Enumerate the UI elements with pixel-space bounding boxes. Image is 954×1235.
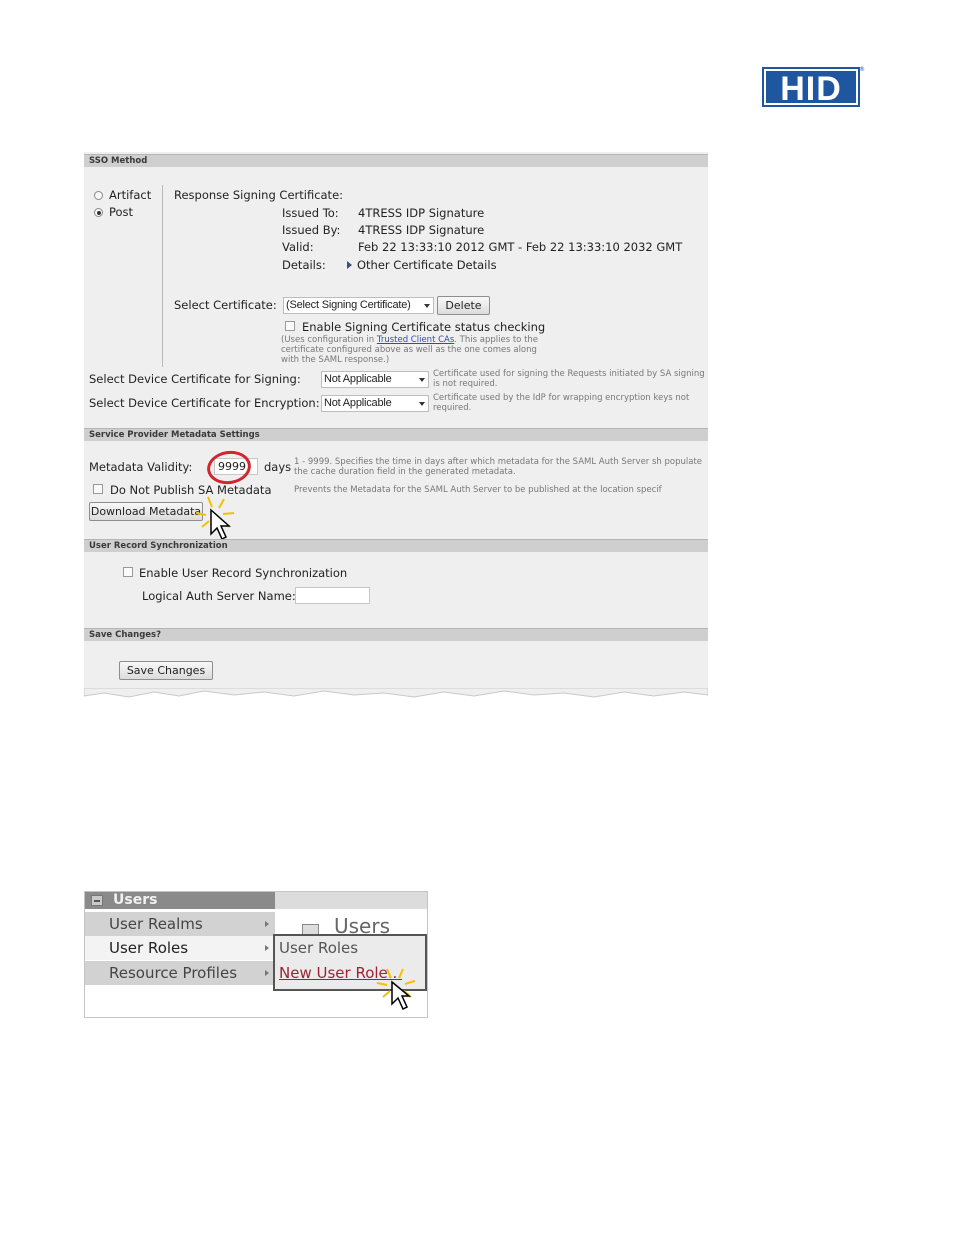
menu-item-label: User Realms [109,915,203,933]
no-publish-label: Do Not Publish SA Metadata [110,483,272,497]
submenu-user-roles[interactable]: User Roles [279,939,358,957]
hid-logo: HID [762,67,860,108]
download-metadata-button[interactable]: Download Metadata [89,502,203,521]
user-sync-label: Enable User Record Synchronization [139,566,348,580]
chevron-right-icon [265,970,269,976]
users-menu-header[interactable]: Users [85,892,275,909]
saml-settings-screenshot: SSO Method Artifact Post Response Signin… [84,152,708,704]
device-encryption-value: Not Applicable [324,397,392,409]
sso-method-header: SSO Method [84,154,708,167]
valid-label: Valid: [282,240,314,254]
torn-edge [84,688,708,704]
save-changes-button[interactable]: Save Changes [119,661,213,680]
post-radio[interactable] [94,208,103,217]
dropdown-arrow-icon [419,402,425,406]
user-sync-header: User Record Synchronization [84,539,708,552]
device-signing-value: Not Applicable [324,373,392,385]
device-signing-select[interactable]: Not Applicable [321,371,429,388]
artifact-label: Artifact [109,188,152,202]
certificate-select-value: (Select Signing Certificate) [286,299,411,311]
validity-note: 1 - 9999. Specifies the time in days aft… [294,457,703,477]
device-encryption-note: Certificate used by the IdP for wrapping… [433,393,690,413]
page-header-strip [275,892,427,909]
select-certificate-label: Select Certificate: [174,298,277,312]
dropdown-arrow-icon [419,378,425,382]
other-details-link[interactable]: Other Certificate Details [347,258,497,272]
dropdown-arrow-icon [424,304,430,308]
menu-item-user-roles[interactable]: User Roles [85,936,275,960]
registered-mark: ® [859,66,865,73]
issued-to-value: 4TRESS IDP Signature [358,206,485,220]
menu-item-label: Resource Profiles [109,964,238,982]
user-sync-checkbox[interactable] [123,567,133,577]
logical-name-label: Logical Auth Server Name: [142,589,296,603]
details-label: Details: [282,258,326,272]
other-details-text: Other Certificate Details [357,258,497,272]
device-signing-label: Select Device Certificate for Signing: [89,372,301,386]
note-prefix: (Uses configuration in [281,335,377,345]
response-signing-label: Response Signing Certificate: [174,188,344,202]
validity-unit: days [264,460,292,474]
users-menu-screenshot: Users User Realms User Roles Resource Pr… [84,891,428,1018]
metadata-settings-header: Service Provider Metadata Settings [84,428,708,441]
chevron-right-icon [265,945,269,951]
chevron-right-icon [265,921,269,927]
mouse-cursor-icon [210,508,231,541]
issued-to-label: Issued To: [282,206,339,220]
issued-by-label: Issued By: [282,223,341,237]
mouse-cursor-icon [391,980,412,1011]
status-check-note: (Uses configuration in Trusted Client CA… [281,335,546,365]
logical-name-input[interactable] [295,587,370,604]
device-encryption-select[interactable]: Not Applicable [321,395,429,412]
device-signing-note: Certificate used for signing the Request… [433,369,705,389]
issued-by-value: 4TRESS IDP Signature [358,223,485,237]
menu-item-label: User Roles [109,939,189,957]
no-publish-checkbox[interactable] [93,484,103,494]
menu-item-resource-profiles[interactable]: Resource Profiles [85,961,275,985]
delete-button[interactable]: Delete [437,296,490,315]
device-encryption-label: Select Device Certificate for Encryption… [89,396,320,410]
valid-value: Feb 22 13:33:10 2012 GMT - Feb 22 13:33:… [358,240,683,254]
certificate-select[interactable]: (Select Signing Certificate) [283,297,434,314]
no-publish-note: Prevents the Metadata for the SAML Auth … [294,485,662,495]
menu-item-user-realms[interactable]: User Realms [85,912,275,936]
highlight-circle [204,448,254,487]
collapse-icon[interactable] [91,895,103,906]
artifact-radio[interactable] [94,191,103,200]
divider [162,185,163,367]
save-changes-header: Save Changes? [84,628,708,641]
metadata-validity-label: Metadata Validity: [89,460,193,474]
status-check-label: Enable Signing Certificate status checki… [302,320,546,334]
expand-arrow-icon [347,261,352,269]
users-header-label: Users [113,892,158,908]
status-check-checkbox[interactable] [285,321,295,331]
post-label: Post [109,205,134,219]
trusted-client-cas-link[interactable]: Trusted Client CAs [377,335,454,345]
